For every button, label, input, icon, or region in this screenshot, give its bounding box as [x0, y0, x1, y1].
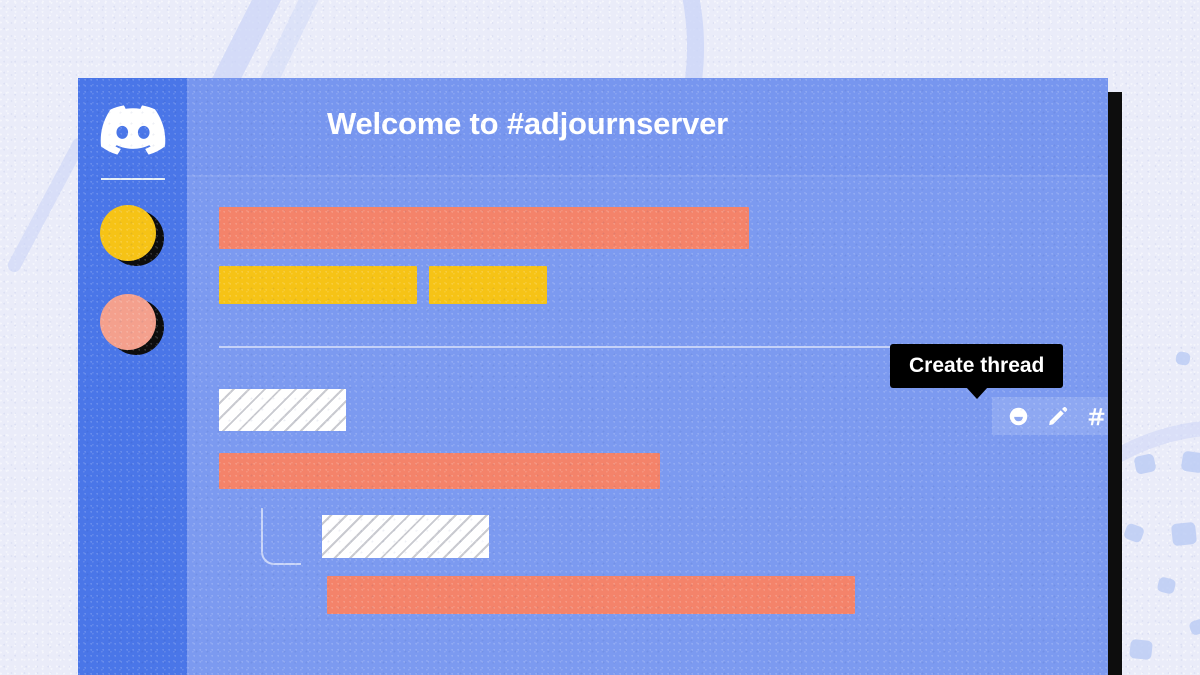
sidebar-divider [101, 178, 165, 180]
name-placeholder-1 [219, 389, 346, 431]
message-bar-2 [219, 266, 417, 304]
message-group-divider [219, 346, 897, 348]
sidebar-item-server-1[interactable] [100, 205, 164, 267]
message-list [187, 177, 1108, 675]
server-sidebar [78, 78, 187, 675]
message-bar-1 [219, 207, 749, 249]
background-confetti-4 [1170, 521, 1198, 547]
sidebar-grain-texture [78, 78, 187, 675]
server-avatar-2[interactable] [100, 294, 156, 350]
sidebar-item-server-2[interactable] [100, 294, 164, 356]
message-bar-5 [327, 576, 855, 614]
edit-message-icon[interactable] [1046, 405, 1068, 427]
message-bar-3 [429, 266, 547, 304]
background-confetti-7 [1129, 638, 1153, 661]
server-avatar-1[interactable] [100, 205, 156, 261]
tooltip-pointer-arrow [965, 387, 988, 399]
channel-header: Welcome to #adjournserver [187, 78, 1108, 175]
screenshot-root: Welcome to #adjournserver Create thread [0, 0, 1200, 675]
thread-reply-elbow [261, 508, 301, 565]
add-reaction-icon[interactable] [1007, 405, 1029, 427]
create-thread-icon[interactable] [1085, 405, 1107, 427]
tooltip-label: Create thread [909, 354, 1045, 377]
name-placeholder-2 [322, 515, 489, 558]
message-bar-4 [219, 453, 660, 489]
background-confetti-2 [1180, 450, 1200, 474]
create-thread-tooltip: Create thread [890, 344, 1064, 399]
discord-logo[interactable] [100, 105, 166, 155]
page-title: Welcome to #adjournserver [327, 106, 729, 141]
message-action-bar[interactable] [992, 397, 1108, 435]
